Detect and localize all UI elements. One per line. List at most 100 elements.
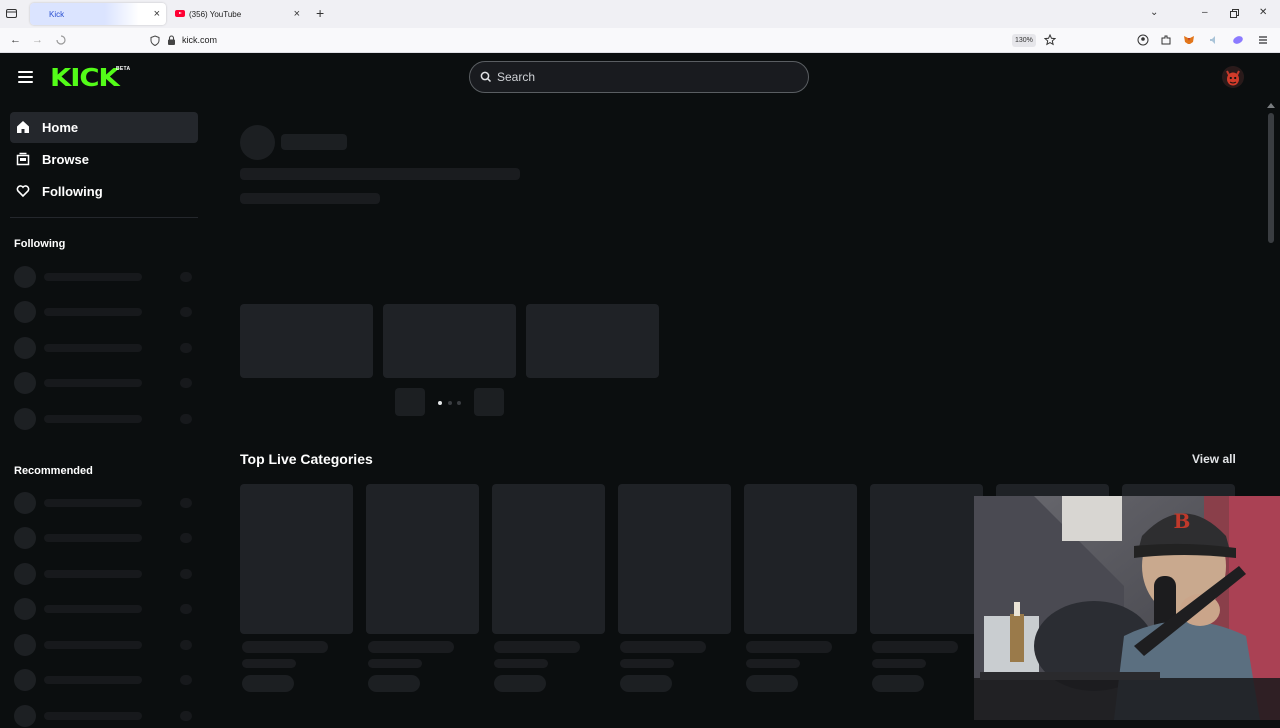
sidebar-item-browse[interactable]: Browse [10, 144, 198, 175]
carousel-prev-button[interactable] [395, 388, 425, 416]
tab-kick[interactable]: Kick × [30, 3, 166, 25]
category-tag-skeleton [242, 675, 294, 692]
url-bar[interactable]: kick.com 130% [144, 30, 1064, 51]
recommended-channel-skeleton [14, 597, 198, 621]
tab-youtube[interactable]: (356) YouTube × [170, 3, 306, 25]
sidebar-divider [10, 217, 198, 218]
category-card-skeleton[interactable] [870, 484, 983, 634]
scroll-thumb[interactable] [1268, 113, 1274, 243]
view-all-link[interactable]: View all [1192, 452, 1236, 466]
recommended-channel-skeleton [14, 562, 198, 586]
metamask-icon[interactable] [1183, 34, 1195, 46]
youtube-favicon-icon [175, 10, 185, 17]
category-card-skeleton[interactable] [618, 484, 731, 634]
sidebar-item-label: Home [42, 120, 79, 135]
category-viewers-skeleton [620, 659, 674, 668]
heart-icon [16, 185, 30, 198]
webcam-overlay: B [974, 496, 1280, 720]
sidebar-item-following[interactable]: Following [10, 176, 198, 207]
recommended-channel-skeleton [14, 526, 198, 550]
kick-logo[interactable]: KICK [50, 65, 120, 91]
category-viewers-skeleton [872, 659, 926, 668]
lock-icon[interactable] [167, 35, 176, 46]
close-tab-icon[interactable]: × [154, 8, 160, 20]
forward-icon[interactable]: → [32, 33, 43, 47]
category-name-skeleton [494, 641, 580, 653]
close-tab-icon[interactable]: × [294, 8, 300, 20]
category-viewers-skeleton [494, 659, 548, 668]
loading-spinner-icon[interactable] [56, 35, 66, 45]
close-window-icon[interactable]: ✕ [1259, 7, 1267, 19]
recommended-heading: Recommended [14, 465, 93, 477]
category-name-skeleton [746, 641, 832, 653]
carousel-next-button[interactable] [474, 388, 504, 416]
extensions-icon[interactable] [1160, 34, 1172, 46]
carousel-card-skeleton[interactable] [526, 304, 659, 378]
carousel-dot[interactable] [448, 401, 452, 405]
recommended-channel-skeleton [14, 704, 198, 728]
site-header: KICK BETA Search [0, 53, 1280, 101]
purple-extension-icon[interactable] [1232, 34, 1244, 46]
following-channel-skeleton [14, 300, 198, 324]
user-avatar[interactable] [1222, 66, 1244, 88]
browser-tab-bar: Kick × (356) YouTube × + ⌄ – ✕ [0, 0, 1280, 28]
category-tag-skeleton [872, 675, 924, 692]
sidebar-item-home[interactable]: Home [10, 112, 198, 143]
beta-label: BETA [116, 66, 131, 72]
url-text: kick.com [182, 35, 218, 45]
search-input[interactable]: Search [469, 61, 809, 93]
top-live-categories-title: Top Live Categories [240, 451, 373, 467]
streamer-avatar-skeleton [240, 125, 275, 160]
category-card-skeleton[interactable] [366, 484, 479, 634]
category-viewers-skeleton [242, 659, 296, 668]
tab-list-icon[interactable] [5, 7, 18, 20]
stream-meta-skeleton [240, 193, 380, 204]
tab-title: (356) YouTube [189, 10, 242, 19]
restore-icon[interactable] [1230, 9, 1239, 18]
audio-extension-icon[interactable] [1208, 34, 1220, 46]
page-scrollbar[interactable] [1266, 101, 1276, 496]
category-card-skeleton[interactable] [744, 484, 857, 634]
tab-title: Kick [49, 10, 65, 19]
carousel-dot-active[interactable] [438, 401, 442, 405]
carousel-card-skeleton[interactable] [383, 304, 516, 378]
sidebar: Home Browse Following Following Recommen… [0, 101, 210, 727]
streamer-webcam-image: B [974, 496, 1280, 720]
devil-avatar-icon [1222, 66, 1244, 88]
account-icon[interactable] [1137, 34, 1149, 46]
category-card-skeleton[interactable] [492, 484, 605, 634]
browser-nav-bar: ← → kick.com 130% [0, 28, 1280, 53]
menu-icon[interactable] [18, 71, 33, 83]
browse-icon [16, 152, 30, 166]
bookmark-star-icon[interactable] [1044, 34, 1056, 46]
category-viewers-skeleton [746, 659, 800, 668]
category-card-skeleton[interactable] [240, 484, 353, 634]
home-icon [17, 121, 29, 133]
list-all-tabs-icon[interactable]: ⌄ [1150, 7, 1158, 19]
minimize-icon[interactable]: – [1202, 7, 1208, 19]
sidebar-item-label: Browse [42, 152, 89, 167]
category-tag-skeleton [368, 675, 420, 692]
recommended-channel-skeleton [14, 491, 198, 515]
stream-title-skeleton [240, 168, 520, 180]
new-tab-icon[interactable]: + [316, 6, 324, 20]
carousel-dot[interactable] [457, 401, 461, 405]
svg-text:B: B [1174, 509, 1191, 533]
following-channel-skeleton [14, 407, 198, 431]
category-name-skeleton [620, 641, 706, 653]
shield-icon[interactable] [150, 35, 160, 46]
category-tag-skeleton [494, 675, 546, 692]
zoom-level-badge[interactable]: 130% [1012, 34, 1036, 47]
carousel-card-skeleton[interactable] [240, 304, 373, 378]
category-name-skeleton [242, 641, 328, 653]
app-menu-icon[interactable] [1257, 34, 1269, 46]
search-icon [480, 71, 492, 83]
back-icon[interactable]: ← [10, 33, 21, 47]
search-placeholder: Search [497, 70, 536, 84]
streamer-name-skeleton [281, 134, 347, 150]
category-name-skeleton [368, 641, 454, 653]
recommended-channel-skeleton [14, 668, 198, 692]
following-channel-skeleton [14, 336, 198, 360]
scroll-up-arrow-icon[interactable] [1267, 103, 1275, 108]
sidebar-item-label: Following [42, 184, 103, 199]
